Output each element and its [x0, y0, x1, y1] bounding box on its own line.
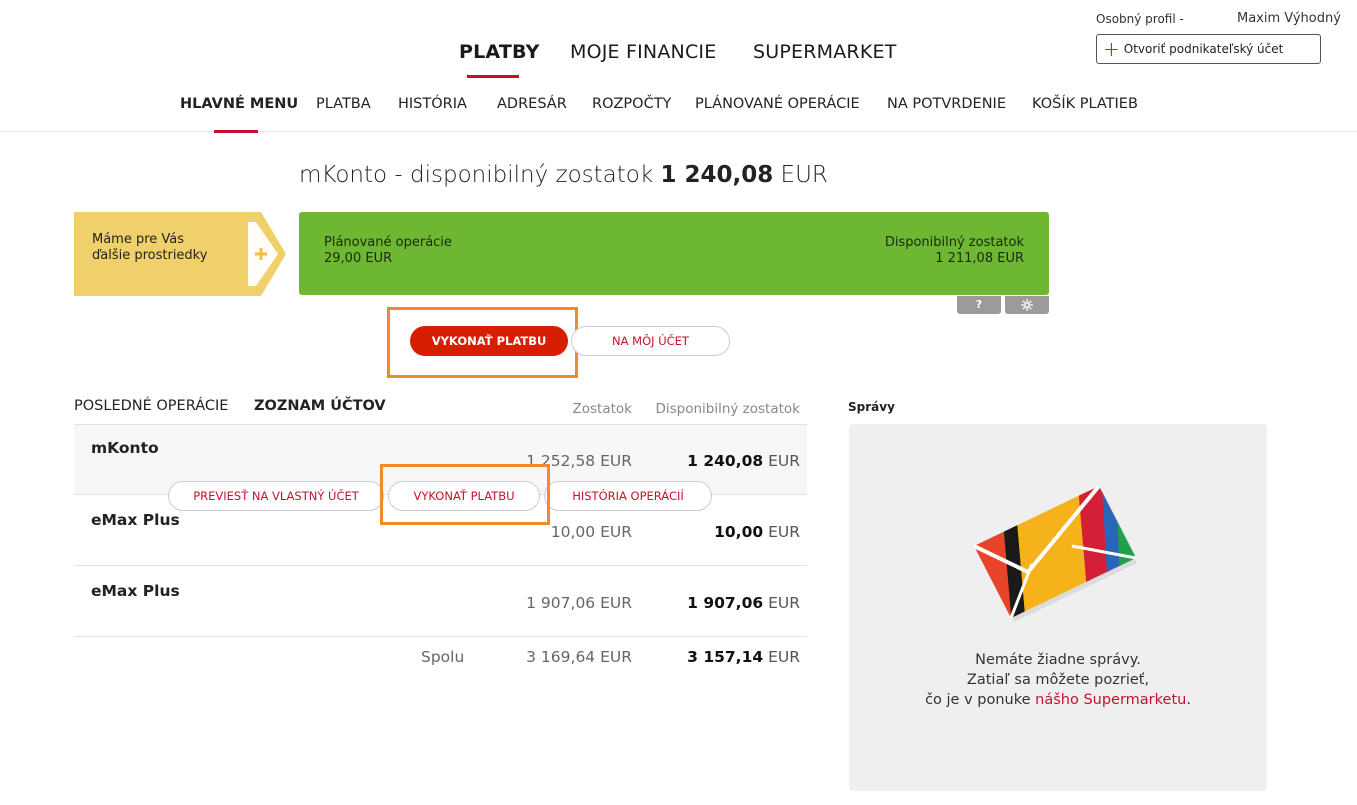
sub-nav-adresar[interactable]: ADRESÁR — [497, 96, 567, 112]
transfer-own-account-button[interactable]: PREVIESŤ NA VLASTNÝ ÚČET — [168, 481, 384, 511]
tab-recent-operations[interactable]: POSLEDNÉ OPERÁCIE — [74, 398, 228, 414]
help-button[interactable]: ? — [957, 296, 1001, 314]
operations-history-button[interactable]: HISTÓRIA OPERÁCIÍ — [544, 481, 712, 511]
total-available: 3 157,14 EUR — [687, 648, 800, 666]
main-nav-supermarket[interactable]: SUPERMARKET — [753, 41, 897, 63]
envelope-icon — [974, 486, 1136, 622]
tab-accounts-list[interactable]: ZOZNAM ÚČTOV — [254, 398, 386, 414]
sub-nav: HLAVNÉ MENU PLATBA HISTÓRIA ADRESÁR ROZP… — [0, 96, 1357, 133]
main-nav: PLATBY MOJE FINANCIE SUPERMARKET — [0, 41, 1357, 78]
column-header-balance: Zostatok — [572, 401, 632, 417]
user-name[interactable]: Maxim Výhodný — [1237, 11, 1341, 26]
sub-nav-hlavne-menu[interactable]: HLAVNÉ MENU — [180, 96, 298, 112]
sub-nav-planovane-operacie[interactable]: PLÁNOVANÉ OPERÁCIE — [695, 96, 860, 112]
plus-icon[interactable] — [248, 212, 286, 296]
main-nav-platby[interactable]: PLATBY — [459, 41, 540, 63]
account-balance: 10,00 EUR — [550, 523, 632, 541]
row-divider — [74, 565, 807, 566]
messages-title: Správy — [848, 400, 895, 414]
account-name[interactable]: mKonto — [91, 439, 159, 457]
main-nav-active-indicator — [467, 75, 519, 78]
make-payment-button[interactable]: VYKONAŤ PLATBU — [410, 326, 568, 356]
main-nav-moje-financie[interactable]: MOJE FINANCIE — [570, 41, 716, 63]
no-messages-text: Nemáte žiadne správy. Zatiaľ sa môžete p… — [925, 652, 1191, 708]
sub-nav-rozpocty[interactable]: ROZPOČTY — [592, 96, 671, 112]
gear-icon — [1021, 299, 1033, 311]
account-balance: 1 907,06 EUR — [526, 594, 632, 612]
account-name[interactable]: eMax Plus — [91, 582, 180, 600]
sub-nav-historia[interactable]: HISTÓRIA — [398, 96, 467, 112]
account-available: 1 240,08 EUR — [687, 452, 800, 470]
account-available: 10,00 EUR — [714, 523, 800, 541]
summary-bar: Plánované operácie 29,00 EUR Disponibiln… — [299, 212, 1049, 295]
sub-nav-platba[interactable]: PLATBA — [316, 96, 371, 112]
supermarket-link[interactable]: nášho Supermarketu — [1035, 692, 1186, 708]
total-label: Spolu — [421, 648, 465, 666]
promo-box[interactable]: Máme pre Vás ďalšie prostriedky — [74, 212, 261, 296]
available-balance: Disponibilný zostatok 1 211,08 EUR — [884, 235, 1024, 266]
account-available: 1 907,06 EUR — [687, 594, 800, 612]
planned-operations: Plánované operácie 29,00 EUR — [324, 235, 452, 266]
balance-title: mKonto - disponibilný zostatok 1 240,08 … — [299, 162, 828, 188]
row-divider — [74, 636, 807, 637]
promo-text: Máme pre Vás ďalšie prostriedky — [92, 232, 208, 263]
settings-button[interactable] — [1005, 296, 1049, 314]
sub-nav-kosik-platieb[interactable]: KOŠÍK PLATIEB — [1032, 96, 1138, 112]
balance-amount: 1 240,08 — [660, 162, 774, 188]
column-header-available: Disponibilný zostatok — [655, 401, 800, 417]
messages-panel: Nemáte žiadne správy. Zatiaľ sa môžete p… — [849, 424, 1267, 791]
total-balance: 3 169,64 EUR — [526, 648, 632, 666]
account-name[interactable]: eMax Plus — [91, 511, 180, 529]
highlight-frame — [380, 464, 550, 525]
sub-nav-na-potvrdenie[interactable]: NA POTVRDENIE — [887, 96, 1006, 112]
sub-nav-active-indicator — [214, 130, 258, 133]
to-my-account-button[interactable]: NA MÔJ ÚČET — [571, 326, 730, 356]
profile-label[interactable]: Osobný profil - — [1096, 12, 1184, 26]
